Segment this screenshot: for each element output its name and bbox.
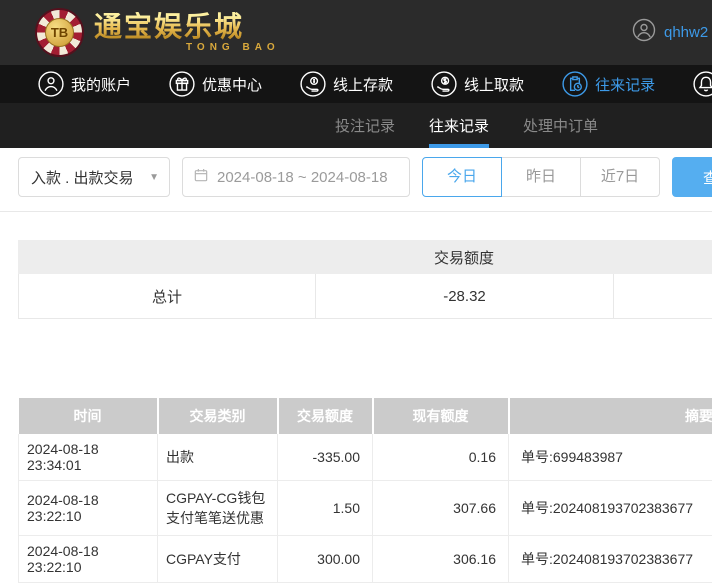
nav-item-my-account[interactable]: 我的账户 [38,71,131,97]
chevron-down-icon: ▼ [149,172,159,183]
table-row: 2024-08-18 23:22:10 CGPAY支付 300.00 306.1… [19,536,712,583]
nav-label: 优惠中心 [202,74,262,95]
cell-type: 出款 [158,434,278,481]
search-button[interactable]: 查询 [672,157,712,197]
nav-label: 往来记录 [595,74,655,95]
nav-label: 线上存款 [333,74,393,95]
date-range-value: 2024-08-18 ~ 2024-08-18 [217,169,388,186]
table-header-row: 时间 交易类别 交易额度 现有额度 摘要 [19,398,712,434]
cell-summary: 单号:202408193702383677 [509,481,712,536]
col-header-type: 交易类别 [158,398,278,434]
tab-pending-orders[interactable]: 处理中订单 [523,103,598,148]
summary-total-label: 总计 [19,274,316,318]
poker-chip-icon: TB [35,8,84,57]
nav-item-messages[interactable]: 信息 [693,71,712,97]
nav-item-withdraw[interactable]: 线上取款 [431,71,524,97]
cell-summary: 单号:699483987 [509,434,712,481]
col-header-amount: 交易额度 [278,398,373,434]
quick-yesterday-button[interactable]: 昨日 [501,157,581,197]
main-nav: 我的账户 优惠中心 线上存款 线上 [0,65,712,103]
nav-item-promotions[interactable]: 优惠中心 [169,71,262,97]
nav-label: 线上取款 [464,74,524,95]
nav-item-deposit[interactable]: 线上存款 [300,71,393,97]
gift-icon [169,71,195,97]
record-subtabs: 投注记录 往来记录 处理中订单 [0,103,712,148]
col-header-summary: 摘要 [509,398,712,434]
cell-time: 2024-08-18 23:22:10 [19,536,158,583]
tab-betting-records[interactable]: 投注记录 [335,103,395,148]
cell-balance: 307.66 [373,481,509,536]
section-divider [0,211,712,212]
nav-label: 我的账户 [71,74,131,95]
cell-amount: 300.00 [278,536,373,583]
date-range-input[interactable]: 2024-08-18 ~ 2024-08-18 [182,157,410,197]
username: qhhw2 [664,24,708,41]
calendar-icon [193,167,209,187]
cell-balance: 306.16 [373,536,509,583]
records-icon [562,71,588,97]
site-logo[interactable]: TB 通宝娱乐城 TONG BAO [35,8,280,57]
avatar-icon [632,18,656,47]
col-header-time: 时间 [19,398,158,434]
deposit-icon [300,71,326,97]
tab-transaction-records[interactable]: 往来记录 [429,103,489,148]
summary-amount-header: 交易额度 [315,247,613,268]
select-value: 入款 . 出款交易 [31,167,134,188]
user-icon [38,71,64,97]
col-header-balance: 现有额度 [373,398,509,434]
summary-table: 交易额度 总计 -28.32 [18,240,712,319]
logo-subtitle: TONG BAO [186,42,280,53]
summary-total-row: 总计 -28.32 [18,274,712,319]
transaction-type-select[interactable]: 入款 . 出款交易 ▼ [18,157,170,197]
transactions-table: 时间 交易类别 交易额度 现有额度 摘要 2024-08-18 23:34:01… [18,398,712,583]
quick-last7days-button[interactable]: 近7日 [580,157,660,197]
top-header: TB 通宝娱乐城 TONG BAO qhhw2 [0,0,712,65]
table-row: 2024-08-18 23:22:10 CGPAY-CG钱包支付笔笔送优惠 1.… [19,481,712,536]
table-row: 2024-08-18 23:34:01 出款 -335.00 0.16 单号:6… [19,434,712,481]
cell-summary: 单号:202408193702383677 [509,536,712,583]
chip-label: TB [45,18,74,47]
summary-header-row: 交易额度 [18,240,712,274]
bell-icon [693,71,712,97]
cell-time: 2024-08-18 23:22:10 [19,481,158,536]
user-account-link[interactable]: qhhw2 [632,0,708,65]
cell-balance: 0.16 [373,434,509,481]
cell-type: CGPAY-CG钱包支付笔笔送优惠 [158,481,278,536]
filter-row: 入款 . 出款交易 ▼ 2024-08-18 ~ 2024-08-18 今日 昨… [18,156,712,198]
quick-today-button[interactable]: 今日 [422,157,502,197]
withdraw-icon [431,71,457,97]
logo-title: 通宝娱乐城 [94,12,280,41]
quick-date-group: 今日 昨日 近7日 [422,157,660,197]
cell-type: CGPAY支付 [158,536,278,583]
cell-amount: -335.00 [278,434,373,481]
cell-time: 2024-08-18 23:34:01 [19,434,158,481]
nav-item-transaction-records[interactable]: 往来记录 [562,71,655,97]
cell-amount: 1.50 [278,481,373,536]
summary-total-value: -28.32 [316,274,614,318]
